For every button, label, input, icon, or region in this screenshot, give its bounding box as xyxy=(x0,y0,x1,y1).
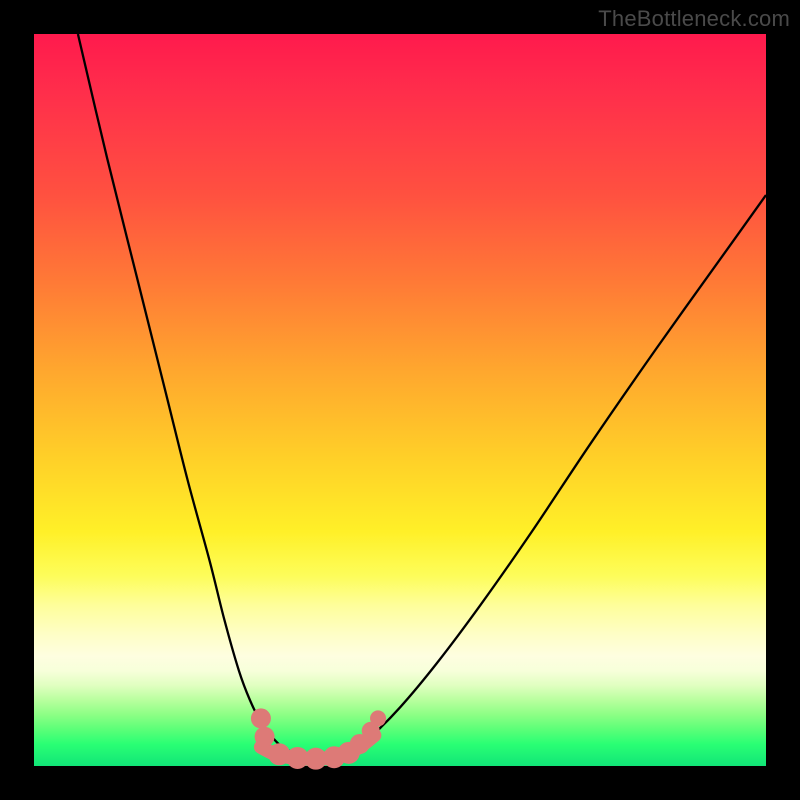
chart-frame: TheBottleneck.com xyxy=(0,0,800,800)
chart-svg xyxy=(34,34,766,766)
data-markers xyxy=(251,708,386,769)
left-curve xyxy=(78,34,294,753)
data-marker xyxy=(268,743,290,765)
right-curve xyxy=(349,195,766,753)
data-marker xyxy=(255,727,275,747)
data-marker xyxy=(251,708,271,728)
watermark-text: TheBottleneck.com xyxy=(598,6,790,32)
data-marker xyxy=(370,710,386,726)
